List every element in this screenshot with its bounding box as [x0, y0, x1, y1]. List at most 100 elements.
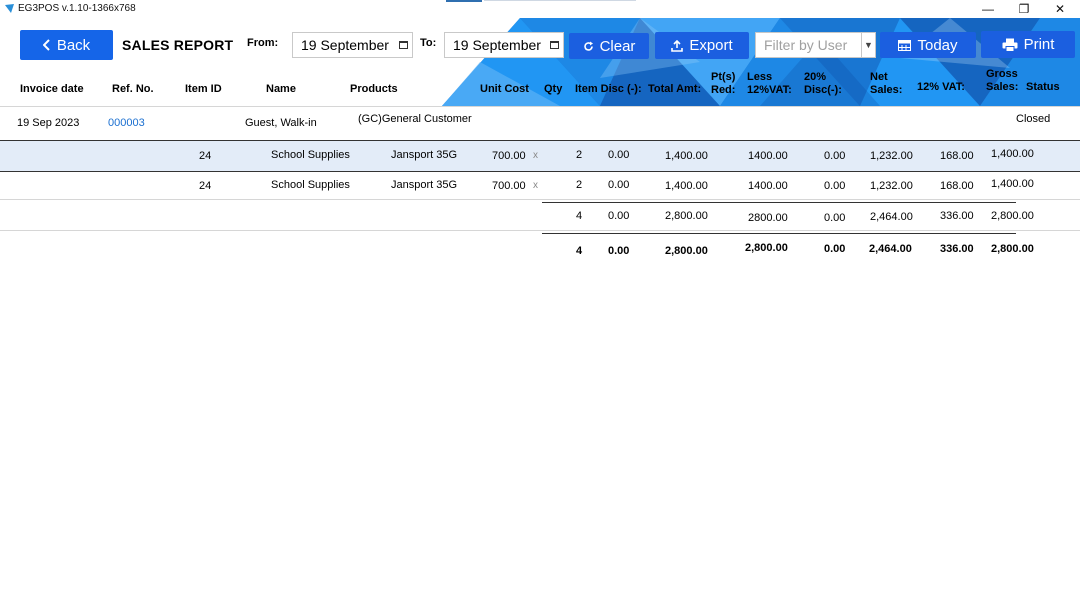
item-net-sales: 1,232.00	[870, 180, 913, 192]
subtotal-total-amt: 2,800.00	[665, 210, 708, 222]
item-id: 24	[199, 150, 212, 162]
col-net-sales-line2: Sales:	[870, 84, 903, 96]
subtotal-net-sales: 2,464.00	[870, 211, 913, 223]
col-invoice-date: Invoice date	[20, 83, 84, 95]
back-label: Back	[56, 36, 91, 54]
filter-placeholder: Filter by User	[764, 37, 848, 53]
item-total-amt: 1,400.00	[665, 150, 708, 162]
col-name: Name	[266, 83, 296, 95]
upload-icon	[671, 39, 684, 52]
clear-button[interactable]: Clear	[569, 33, 649, 59]
customer-type: (GC)General Customer	[358, 113, 472, 125]
from-date-value: 19 September	[301, 37, 389, 53]
item-product: Jansport 35G	[391, 149, 458, 161]
item-pts-red: 1400.00	[748, 150, 788, 162]
item-less-vat: 0.00	[824, 150, 846, 162]
col-unit-cost: Unit Cost	[480, 83, 529, 95]
col-ref-no: Ref. No.	[112, 83, 154, 95]
item-id: 24	[199, 180, 212, 192]
status-text: Closed	[1016, 113, 1051, 125]
print-button[interactable]: Print	[981, 31, 1075, 58]
item-disc: 0.00	[608, 179, 630, 191]
item-less-vat: 0.00	[824, 180, 846, 192]
grand-total-rule	[542, 233, 1016, 234]
from-label: From:	[247, 37, 279, 49]
grand-total-amt: 2,800.00	[665, 245, 708, 257]
item-qty: 2	[576, 149, 583, 161]
calendar-icon[interactable]	[399, 41, 408, 49]
printer-icon	[1002, 38, 1018, 52]
col-qty: Qty	[544, 83, 563, 95]
col-disc20-line2: Disc(-):	[804, 84, 842, 96]
subtotal-less-vat: 0.00	[824, 212, 846, 224]
clear-label: Clear	[599, 37, 636, 55]
title-bar: EG3POS v.1.10-1366x768 — ❐ ✕	[0, 0, 1080, 18]
export-label: Export	[689, 37, 733, 54]
invoice-date: 19 Sep 2023	[17, 117, 80, 129]
item-net-sales: 1,232.00	[870, 150, 913, 162]
to-label: To:	[420, 37, 437, 49]
item-unit-cost: 700.00	[492, 180, 526, 192]
item-disc: 0.00	[608, 149, 630, 161]
col-status: Status	[1026, 81, 1060, 93]
subtotal-pts-red: 2800.00	[748, 212, 788, 224]
chevron-left-icon	[42, 39, 50, 51]
window-title: EG3POS v.1.10-1366x768	[18, 3, 136, 14]
today-button[interactable]: Today	[880, 32, 976, 58]
report-header: Back SALES REPORT From: 19 September To:…	[0, 18, 1080, 106]
col-vat: 12% VAT:	[917, 81, 965, 93]
item-name: School Supplies	[271, 179, 350, 191]
table-row-selected[interactable]	[0, 140, 1080, 172]
page-title: SALES REPORT	[122, 37, 234, 53]
from-date-field[interactable]: 19 September	[292, 32, 413, 58]
grand-total-gross: 2,800.00	[991, 243, 1034, 255]
grand-total-less-vat: 0.00	[824, 243, 846, 255]
grand-total-disc: 0.00	[608, 245, 630, 257]
to-date-field[interactable]: 19 September	[444, 32, 564, 58]
title-accent-line	[484, 0, 636, 1]
back-button[interactable]: Back	[20, 30, 113, 60]
col-gross-line1: Gross	[986, 68, 1018, 80]
col-products: Products	[350, 83, 398, 95]
customer-name: Guest, Walk-in	[245, 117, 317, 129]
close-button[interactable]: ✕	[1042, 0, 1078, 18]
today-label: Today	[917, 36, 958, 54]
divider	[0, 106, 1080, 107]
app-icon	[5, 4, 14, 13]
invoice-ref-link[interactable]: 000003	[108, 117, 145, 129]
col-item-id: Item ID	[185, 83, 222, 95]
col-item-disc: Item Disc (-):	[575, 83, 642, 95]
col-less-vat-line1: Less	[747, 71, 773, 83]
item-gross: 1,400.00	[991, 178, 1034, 190]
chevron-down-icon[interactable]: ▼	[861, 33, 875, 57]
refresh-icon	[583, 41, 593, 51]
minimize-button[interactable]: —	[970, 0, 1006, 18]
col-pts-red-line1: Pt(s)	[711, 71, 736, 83]
item-vat: 168.00	[940, 180, 974, 192]
to-date-value: 19 September	[453, 37, 541, 53]
item-gross: 1,400.00	[991, 148, 1034, 160]
item-product: Jansport 35G	[391, 179, 458, 191]
col-gross-line2: Sales:	[986, 81, 1019, 93]
export-button[interactable]: Export	[655, 32, 749, 59]
grand-total-qty: 4	[576, 245, 583, 257]
divider	[0, 199, 1080, 200]
subtotal-vat: 336.00	[940, 210, 974, 222]
title-accent	[446, 0, 482, 2]
multiply-mark: x	[533, 150, 538, 161]
item-vat: 168.00	[940, 150, 974, 162]
filter-by-user-select[interactable]: Filter by User ▼	[755, 32, 876, 58]
col-pts-red-line2: Red:	[711, 84, 736, 96]
calendar-icon[interactable]	[550, 41, 559, 49]
grand-total-vat: 336.00	[940, 243, 974, 255]
grand-total-pts-red: 2,800.00	[745, 242, 788, 254]
col-disc20-line1: 20%	[804, 71, 827, 83]
grand-total-net-sales: 2,464.00	[869, 243, 912, 255]
maximize-button[interactable]: ❐	[1006, 0, 1042, 18]
subtotal-gross: 2,800.00	[991, 210, 1034, 222]
calendar-icon	[898, 40, 912, 51]
item-unit-cost: 700.00	[492, 150, 526, 162]
multiply-mark: x	[533, 180, 538, 191]
subtotal-qty: 4	[576, 210, 583, 222]
subtotal-rule	[542, 202, 1016, 203]
